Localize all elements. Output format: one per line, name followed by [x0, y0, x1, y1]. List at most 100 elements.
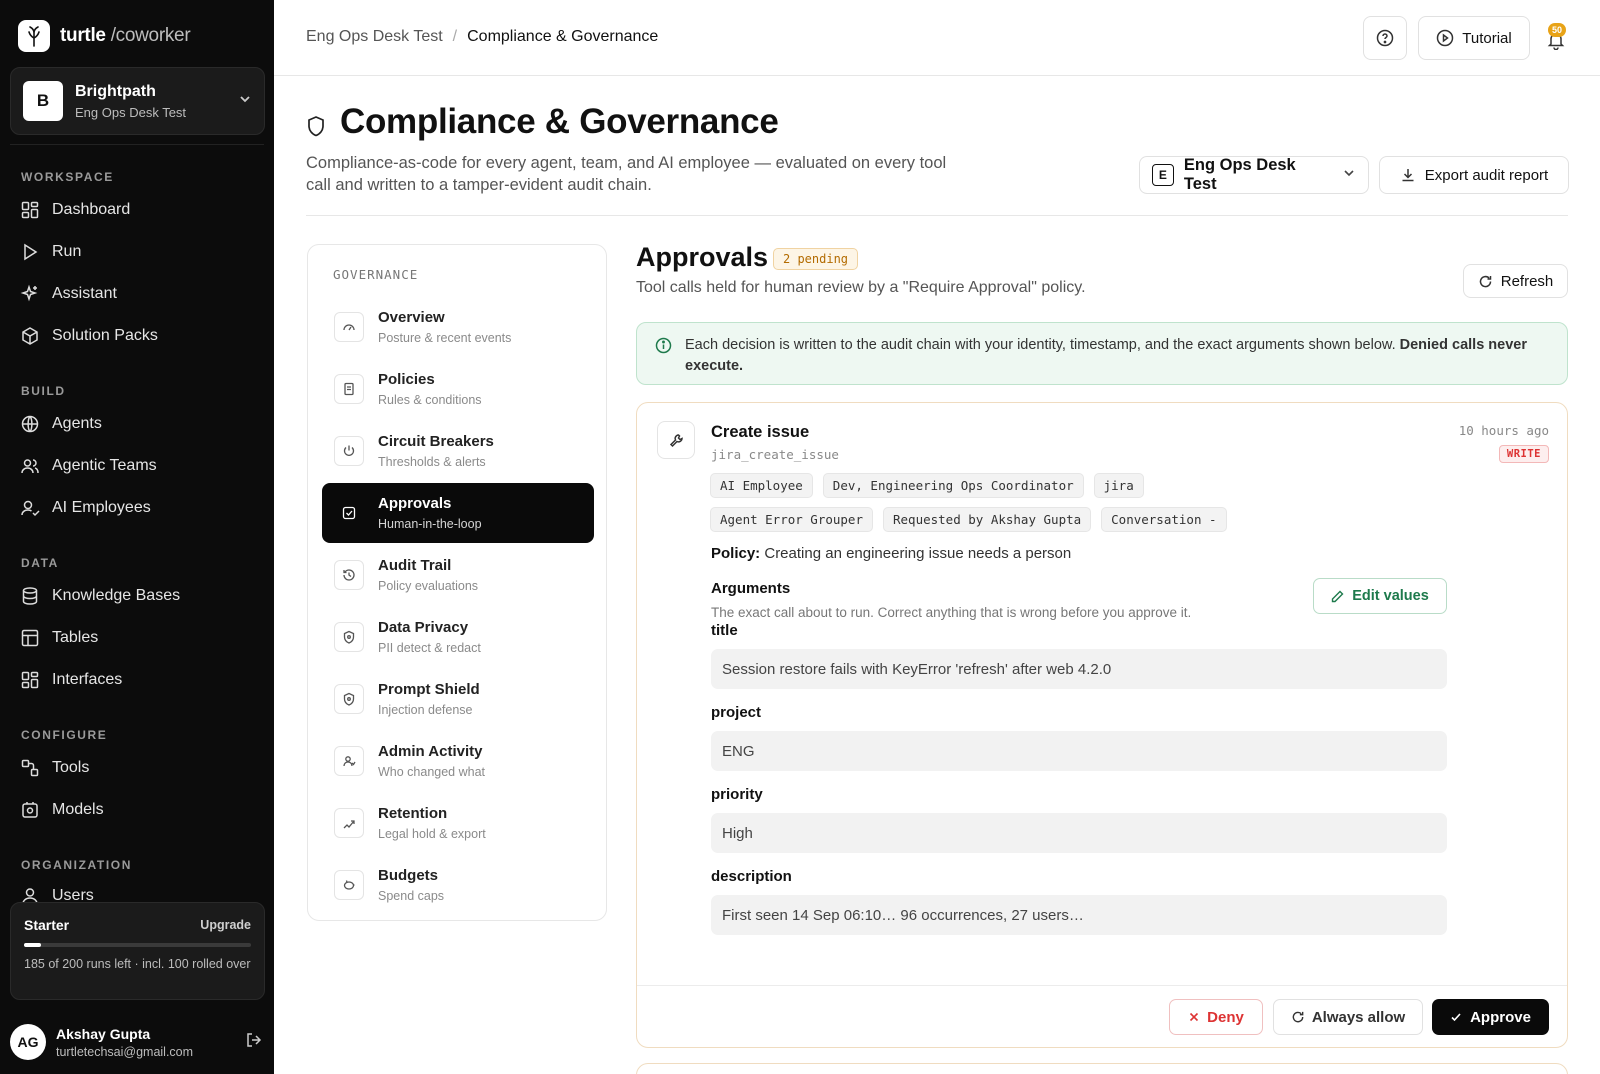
sidebar-item-label: Interfaces [52, 671, 123, 688]
model-icon [22, 802, 38, 818]
arguments-heading: Arguments [711, 580, 791, 597]
globe-icon [21, 415, 39, 433]
page-title: Compliance & Governance [340, 102, 779, 141]
workspace-avatar: B [23, 81, 63, 121]
gov-item-name: Policies [378, 371, 435, 388]
gov-item-data-privacy[interactable]: Data Privacy PII detect & redact [322, 607, 594, 667]
refresh-button[interactable]: Refresh [1463, 264, 1568, 298]
upgrade-link[interactable]: Upgrade [200, 918, 251, 932]
workspace-name: Brightpath [75, 82, 156, 100]
governance-panel: GOVERNANCE Overview Posture & recent even… [307, 244, 607, 921]
tool-function-name: jira_create_issue [711, 447, 839, 462]
gov-item-circuit-breakers[interactable]: Circuit Breakers Thresholds & alerts [322, 421, 594, 481]
info-icon [655, 337, 672, 361]
plan-usage-fill [24, 943, 42, 947]
help-icon [1376, 29, 1394, 47]
gov-item-audit-trail[interactable]: Audit Trail Policy evaluations [322, 545, 594, 605]
gov-item-prompt-shield[interactable]: Prompt Shield Injection defense [322, 669, 594, 729]
policy-text: Creating an engineering issue needs a pe… [764, 545, 1072, 562]
gov-item-name: Prompt Shield [378, 681, 480, 698]
always-allow-label: Always allow [1311, 1008, 1406, 1026]
gov-item-policies[interactable]: Policies Rules & conditions [322, 359, 594, 419]
plan-usage-bar [24, 943, 251, 947]
sidebar-item-agentic-teams[interactable]: Agentic Teams [20, 456, 157, 476]
gov-item-retention[interactable]: Retention Legal hold & export [322, 793, 594, 853]
always-allow-button[interactable]: Always allow [1273, 999, 1423, 1035]
sidebar-item-assistant[interactable]: Assistant [20, 284, 117, 304]
deny-button[interactable]: Deny [1169, 999, 1263, 1035]
field-input-project[interactable]: ENG [711, 731, 1447, 771]
tag-chip: Conversation - [1101, 507, 1227, 532]
sidebar: turtle /coworker B Brightpath Eng Ops De… [0, 0, 274, 1074]
refresh-label: Refresh [1500, 272, 1554, 290]
sidebar-item-models[interactable]: Models [20, 800, 104, 820]
breadcrumb-workspace[interactable]: Eng Ops Desk Test [306, 28, 443, 46]
tutorial-button[interactable]: Tutorial [1418, 16, 1530, 60]
user-email: turtletechsai@gmail.com [56, 1044, 194, 1059]
section-build: BUILD [21, 384, 66, 398]
sidebar-item-knowledge-bases[interactable]: Knowledge Bases [20, 586, 180, 606]
deny-label: Deny [1207, 1008, 1244, 1026]
policy-line: Policy: Creating an engineering issue ne… [711, 545, 1071, 562]
gov-item-name: Overview [378, 309, 445, 326]
history-icon [334, 560, 364, 590]
user-activity-icon [334, 746, 364, 776]
sidebar-item-run[interactable]: Run [20, 242, 81, 262]
gov-item-sub: Legal hold & export [378, 827, 486, 841]
sidebar-item-label: Agents [52, 415, 102, 432]
user-profile[interactable]: AG Akshay Gupta turtletechsai@gmail.com [10, 1024, 265, 1060]
field-input-priority[interactable]: High [711, 813, 1447, 853]
workspace-switcher[interactable]: B Brightpath Eng Ops Desk Test [10, 67, 265, 135]
info-text: Each decision is written to the audit ch… [685, 337, 1400, 353]
sidebar-item-tables[interactable]: Tables [20, 628, 98, 648]
gov-item-admin-activity[interactable]: Admin Activity Who changed what [322, 731, 594, 791]
piggy-bank-icon [334, 870, 364, 900]
sidebar-item-ai-employees[interactable]: AI Employees [20, 498, 151, 518]
tag-chip: Dev, Engineering Ops Coordinator [822, 473, 1084, 498]
field-label-description: description [711, 868, 792, 885]
tools-icon [21, 759, 39, 777]
pending-badge: 2 pending [773, 248, 859, 270]
approve-button[interactable]: Approve [1432, 999, 1549, 1035]
chevron-down-icon [1342, 166, 1356, 185]
gov-item-sub: Posture & recent events [378, 331, 512, 345]
gov-item-budgets[interactable]: Budgets Spend caps [322, 855, 594, 915]
gov-item-approvals[interactable]: Approvals Human-in-the-loop [322, 483, 594, 543]
sidebar-item-label: Assistant [52, 285, 117, 302]
gov-item-sub: Human-in-the-loop [378, 517, 482, 531]
sidebar-item-interfaces[interactable]: Interfaces [20, 670, 122, 690]
export-audit-report-button[interactable]: Export audit report [1379, 156, 1569, 194]
brand-suffix: /coworker [110, 25, 191, 46]
sidebar-item-agents[interactable]: Agents [20, 414, 102, 434]
turtle-logo-icon [18, 20, 50, 52]
shield-icon [306, 115, 326, 142]
edit-values-button[interactable]: Edit values [1313, 578, 1447, 614]
chevron-down-icon [238, 92, 252, 111]
sidebar-item-tools[interactable]: Tools [20, 758, 89, 778]
audit-info-banner: Each decision is written to the audit ch… [636, 322, 1568, 385]
users-icon [21, 459, 39, 474]
play-icon [24, 243, 38, 261]
sidebar-item-dashboard[interactable]: Dashboard [20, 200, 130, 220]
gov-item-sub: Thresholds & alerts [378, 455, 486, 469]
policy-label: Policy: [711, 545, 761, 562]
gov-item-sub: PII detect & redact [378, 641, 481, 655]
header-divider [306, 215, 1568, 216]
gov-item-overview[interactable]: Overview Posture & recent events [322, 297, 594, 357]
sidebar-item-label: Tables [52, 629, 99, 646]
gov-item-sub: Policy evaluations [378, 579, 479, 593]
breadcrumb-separator: / [452, 28, 458, 45]
logout-icon[interactable] [245, 1031, 263, 1054]
help-button[interactable] [1363, 16, 1407, 60]
field-input-description[interactable]: First seen 14 Sep 06:10… 96 occurrences,… [711, 895, 1447, 935]
sidebar-item-solution-packs[interactable]: Solution Packs [20, 326, 158, 346]
approvals-description: Tool calls held for human review by a "R… [636, 279, 1086, 296]
close-icon [1190, 1012, 1199, 1022]
brand-name: turtle [60, 25, 106, 46]
field-input-title[interactable]: Session restore fails with KeyError 'ref… [711, 649, 1447, 689]
package-icon [22, 327, 38, 345]
workspace-filter-select[interactable]: E Eng Ops Desk Test [1139, 156, 1369, 194]
gauge-icon [334, 312, 364, 342]
brand[interactable]: turtle /coworker [18, 20, 191, 52]
notification-count-badge: 50 [1548, 23, 1567, 37]
